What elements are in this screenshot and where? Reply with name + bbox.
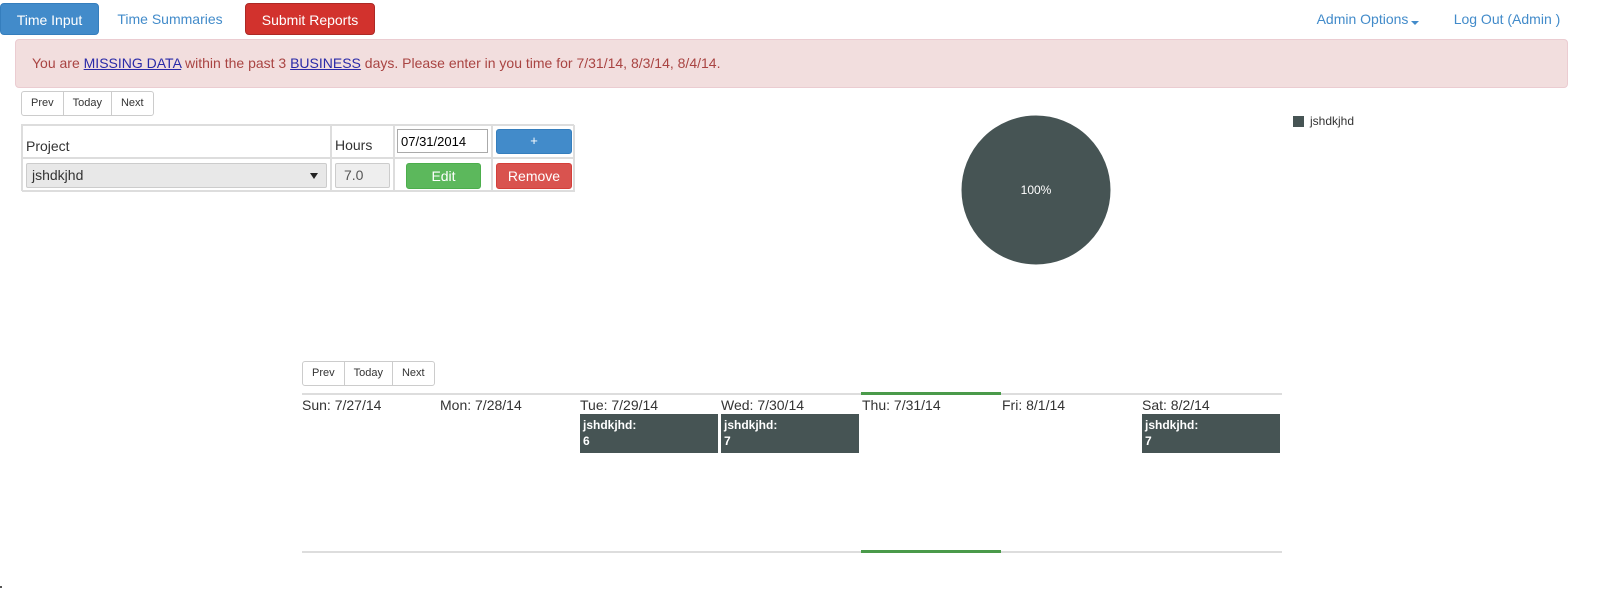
calendar-next-button[interactable]: Next [391, 361, 435, 386]
time-entry-table: Project Hours + jshdkjhd 7.0 Edit Remove [21, 124, 575, 192]
calendar-event-wed[interactable]: jshdkjhd: 7 [721, 414, 859, 453]
calendar-top-border [302, 393, 1282, 395]
edit-button[interactable]: Edit [406, 163, 481, 189]
legend-swatch [1293, 115, 1304, 127]
edit-cell: Edit [394, 158, 492, 192]
calendar-today-button[interactable]: Today [343, 361, 393, 386]
log-out-link[interactable]: Log Out (Admin ) [1442, 3, 1572, 35]
project-cell: jshdkjhd [22, 158, 331, 192]
day-header-sun: Sun: 7/27/14 [302, 397, 382, 413]
event-project: jshdkjhd: [724, 418, 778, 432]
alert-middle: within the past 3 [181, 55, 291, 71]
remove-button[interactable]: Remove [496, 163, 572, 189]
hours-pie-chart: 100% [960, 114, 1112, 266]
event-hours: 6 [583, 434, 590, 448]
calendar-bottom-border [302, 551, 1282, 553]
day-header-tue: Tue: 7/29/14 [580, 397, 659, 413]
pie-slice-label-0: 100% [1021, 183, 1052, 197]
event-hours: 7 [1145, 434, 1152, 448]
day-header-thu: Thu: 7/31/14 [862, 397, 941, 413]
day-header-mon: Mon: 7/28/14 [440, 397, 522, 413]
missing-data-alert: You are MISSING DATA within the past 3 B… [15, 39, 1568, 88]
add-entry-button[interactable]: + [496, 129, 572, 154]
hours-field[interactable]: 7.0 [335, 163, 390, 188]
missing-data-link[interactable]: MISSING DATA [84, 55, 182, 71]
day-header-wed: Wed: 7/30/14 [721, 397, 805, 413]
top-nav: Time Input Time Summaries Submit Reports… [0, 0, 1600, 38]
pie-svg: 100% [960, 114, 1112, 266]
alert-suffix: days. Please enter in you time for 7/31/… [360, 55, 721, 71]
event-hours: 7 [724, 434, 731, 448]
day-header-fri: Fri: 8/1/14 [1002, 397, 1066, 413]
today-marker-top [861, 392, 1001, 395]
prev-button[interactable]: Prev [21, 91, 64, 116]
chart-legend: jshdkjhd [1293, 113, 1354, 129]
calendar-event-tue[interactable]: jshdkjhd: 6 [580, 414, 718, 453]
date-input[interactable] [397, 129, 488, 153]
project-select[interactable]: jshdkjhd [26, 163, 327, 188]
dropdown-arrow-icon [310, 173, 318, 179]
today-button[interactable]: Today [62, 91, 112, 116]
calendar-pager: Prev Today Next [302, 361, 435, 386]
submit-reports-button[interactable]: Submit Reports [245, 3, 375, 35]
stray-dot [0, 586, 2, 588]
project-select-value: jshdkjhd [32, 167, 84, 183]
calendar-event-sat[interactable]: jshdkjhd: 7 [1142, 414, 1280, 453]
day-header-sat: Sat: 8/2/14 [1142, 397, 1210, 413]
add-cell: + [492, 125, 575, 158]
project-column-header: Project [22, 125, 331, 158]
today-marker-bottom [861, 550, 1001, 553]
alert-prefix: You are [32, 55, 84, 71]
admin-options-label: Admin Options [1316, 11, 1409, 27]
event-project: jshdkjhd: [583, 418, 637, 432]
date-cell [394, 125, 492, 158]
remove-cell: Remove [492, 158, 575, 192]
hours-column-header: Hours [331, 125, 394, 158]
time-summaries-link[interactable]: Time Summaries [108, 3, 232, 35]
entry-pager: Prev Today Next [21, 91, 154, 116]
caret-down-icon [1411, 21, 1420, 25]
calendar-prev-button[interactable]: Prev [302, 361, 345, 386]
legend-label: jshdkjhd [1310, 114, 1355, 128]
hours-cell: 7.0 [331, 158, 394, 192]
business-link[interactable]: BUSINESS [290, 55, 361, 71]
admin-options-dropdown[interactable]: Admin Options [1310, 3, 1426, 35]
next-button[interactable]: Next [110, 91, 154, 116]
event-project: jshdkjhd: [1145, 418, 1199, 432]
time-input-tab[interactable]: Time Input [0, 3, 99, 35]
